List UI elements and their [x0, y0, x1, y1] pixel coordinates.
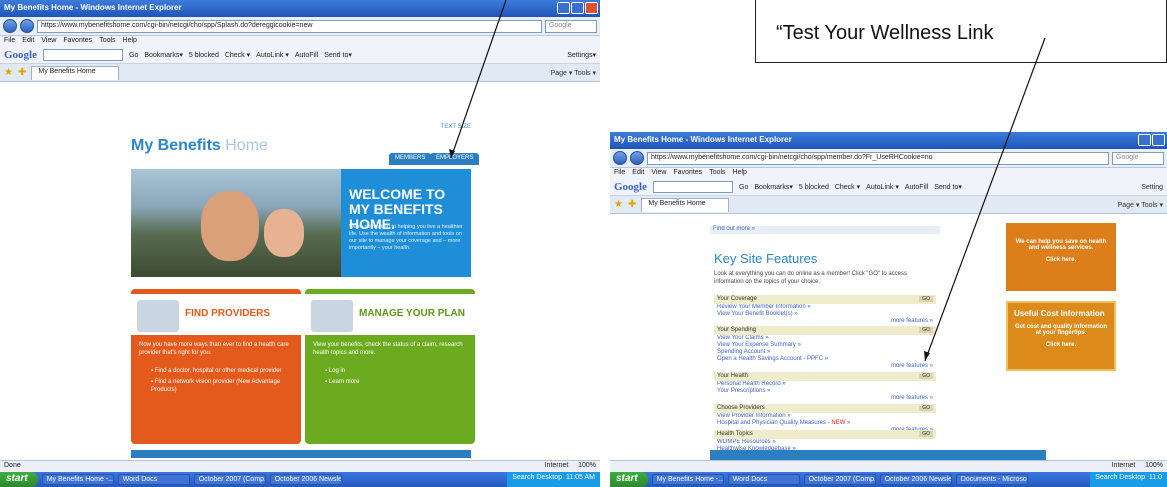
annotation-arrows	[449, 0, 1046, 362]
arrow-line-to-employers	[450, 0, 507, 159]
arrowhead-icon	[924, 351, 930, 361]
arrow-line-to-wellness	[924, 37, 1046, 362]
